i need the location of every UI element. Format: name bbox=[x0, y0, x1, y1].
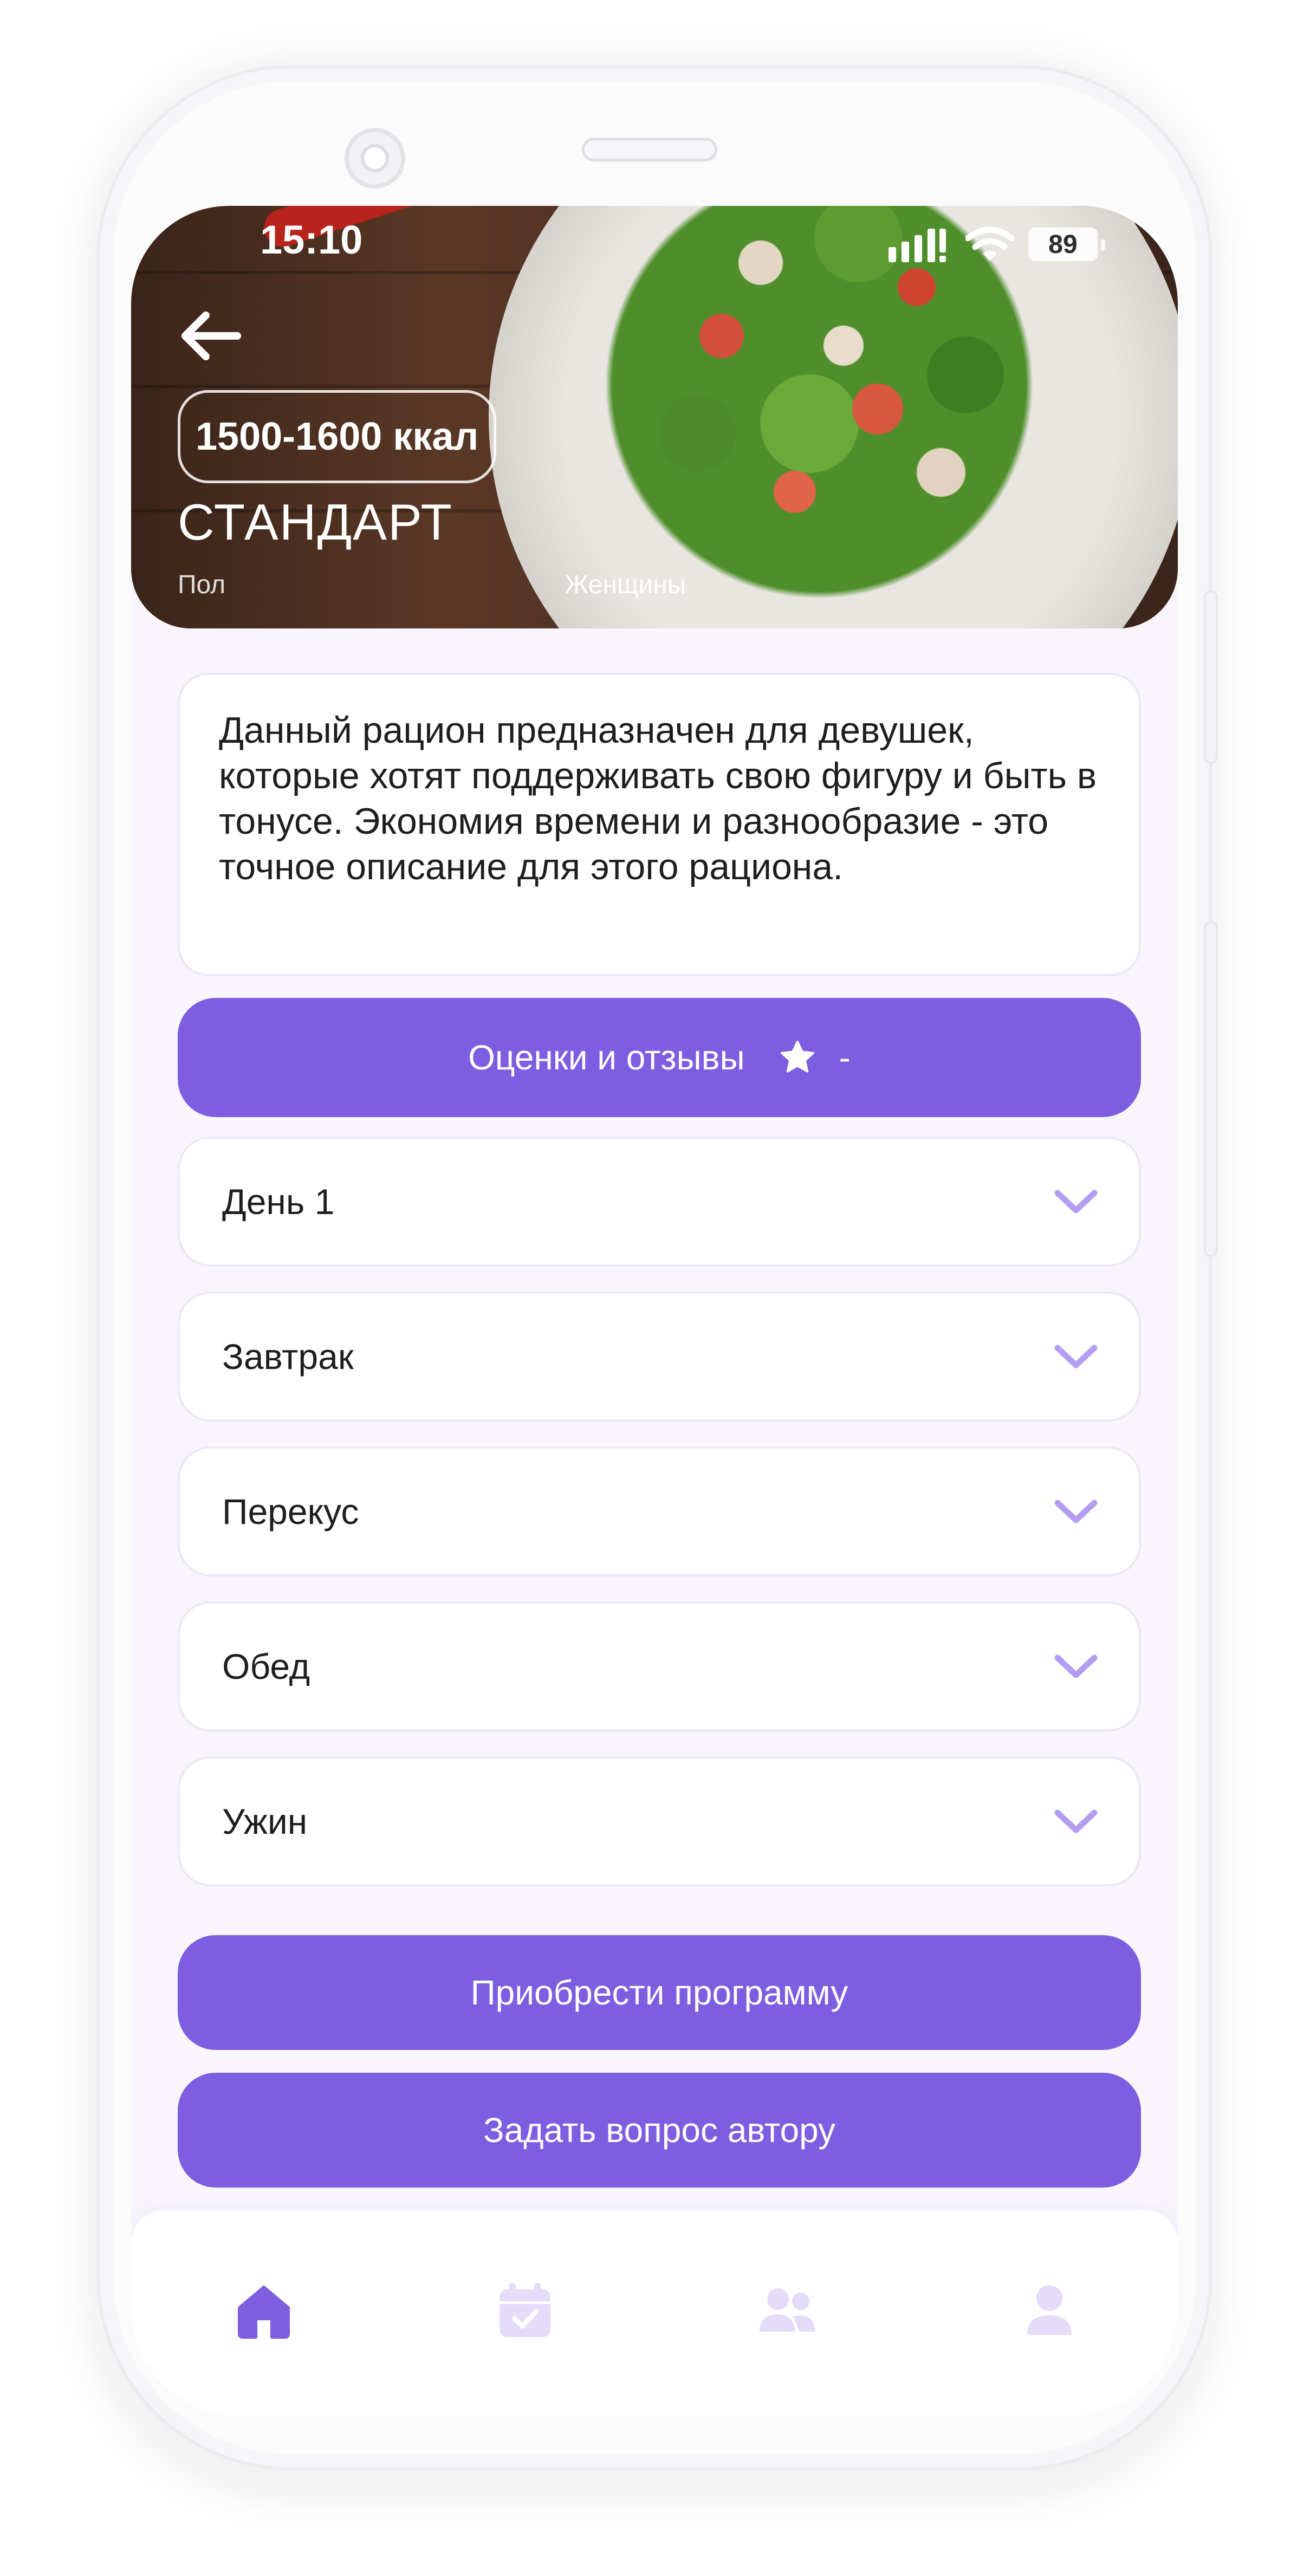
signal-icon bbox=[889, 229, 946, 262]
accordion-label: Завтрак bbox=[222, 1336, 354, 1377]
chevron-down-icon bbox=[1054, 1500, 1098, 1523]
app-screen: 15:10 89 1500-1600 ккал СТАНДАРТ Пол Жен… bbox=[131, 206, 1178, 2416]
hero-header: 15:10 89 1500-1600 ккал СТАНДАРТ Пол Жен… bbox=[131, 206, 1178, 628]
accordion-label: День 1 bbox=[222, 1182, 335, 1222]
accordion-breakfast[interactable]: Завтрак bbox=[178, 1292, 1141, 1422]
accordion-day-1[interactable]: День 1 bbox=[178, 1137, 1141, 1267]
gender-label: Пол bbox=[178, 570, 226, 599]
user-icon[interactable] bbox=[1020, 2281, 1079, 2340]
reviews-button-label: Оценки и отзывы bbox=[468, 1038, 745, 1077]
kcal-badge: 1500-1600 ккал bbox=[178, 390, 497, 483]
earpiece-speaker bbox=[582, 138, 717, 161]
rating-value: - bbox=[839, 1038, 851, 1077]
arrow-left-icon[interactable] bbox=[178, 309, 243, 363]
chevron-down-icon bbox=[1054, 1345, 1098, 1368]
description-card: Данный рацион предназначен для девушек, … bbox=[178, 673, 1141, 976]
accordion-label: Обед bbox=[222, 1646, 310, 1686]
accordion-snack[interactable]: Перекус bbox=[178, 1446, 1141, 1576]
reviews-button[interactable]: Оценки и отзывы - bbox=[178, 998, 1141, 1117]
side-button-lower bbox=[1204, 921, 1218, 1257]
ask-author-button[interactable]: Задать вопрос автору bbox=[178, 2073, 1141, 2188]
accordion-label: Ужин bbox=[222, 1801, 308, 1841]
chevron-down-icon bbox=[1054, 1190, 1098, 1214]
chevron-down-icon bbox=[1054, 1809, 1098, 1833]
calendar-icon[interactable] bbox=[495, 2281, 555, 2340]
star-icon bbox=[780, 1040, 814, 1073]
gender-value: Женщины bbox=[565, 570, 686, 599]
battery-icon: 89 bbox=[1028, 228, 1105, 261]
bottom-nav bbox=[131, 2210, 1178, 2416]
users-icon[interactable] bbox=[757, 2281, 817, 2340]
buy-program-button[interactable]: Приобрести программу bbox=[178, 1935, 1141, 2050]
home-icon[interactable] bbox=[234, 2281, 294, 2340]
chevron-down-icon bbox=[1054, 1654, 1098, 1678]
status-time: 15:10 bbox=[260, 217, 363, 262]
side-button-upper bbox=[1204, 591, 1218, 764]
accordion-dinner[interactable]: Ужин bbox=[178, 1756, 1141, 1886]
front-camera bbox=[345, 128, 405, 189]
program-title: СТАНДАРТ bbox=[178, 494, 453, 550]
accordion-label: Перекус bbox=[222, 1491, 359, 1532]
stage: 15:10 89 1500-1600 ккал СТАНДАРТ Пол Жен… bbox=[0, 0, 1310, 2576]
wifi-icon bbox=[965, 226, 1014, 261]
accordion-lunch[interactable]: Обед bbox=[178, 1601, 1141, 1731]
